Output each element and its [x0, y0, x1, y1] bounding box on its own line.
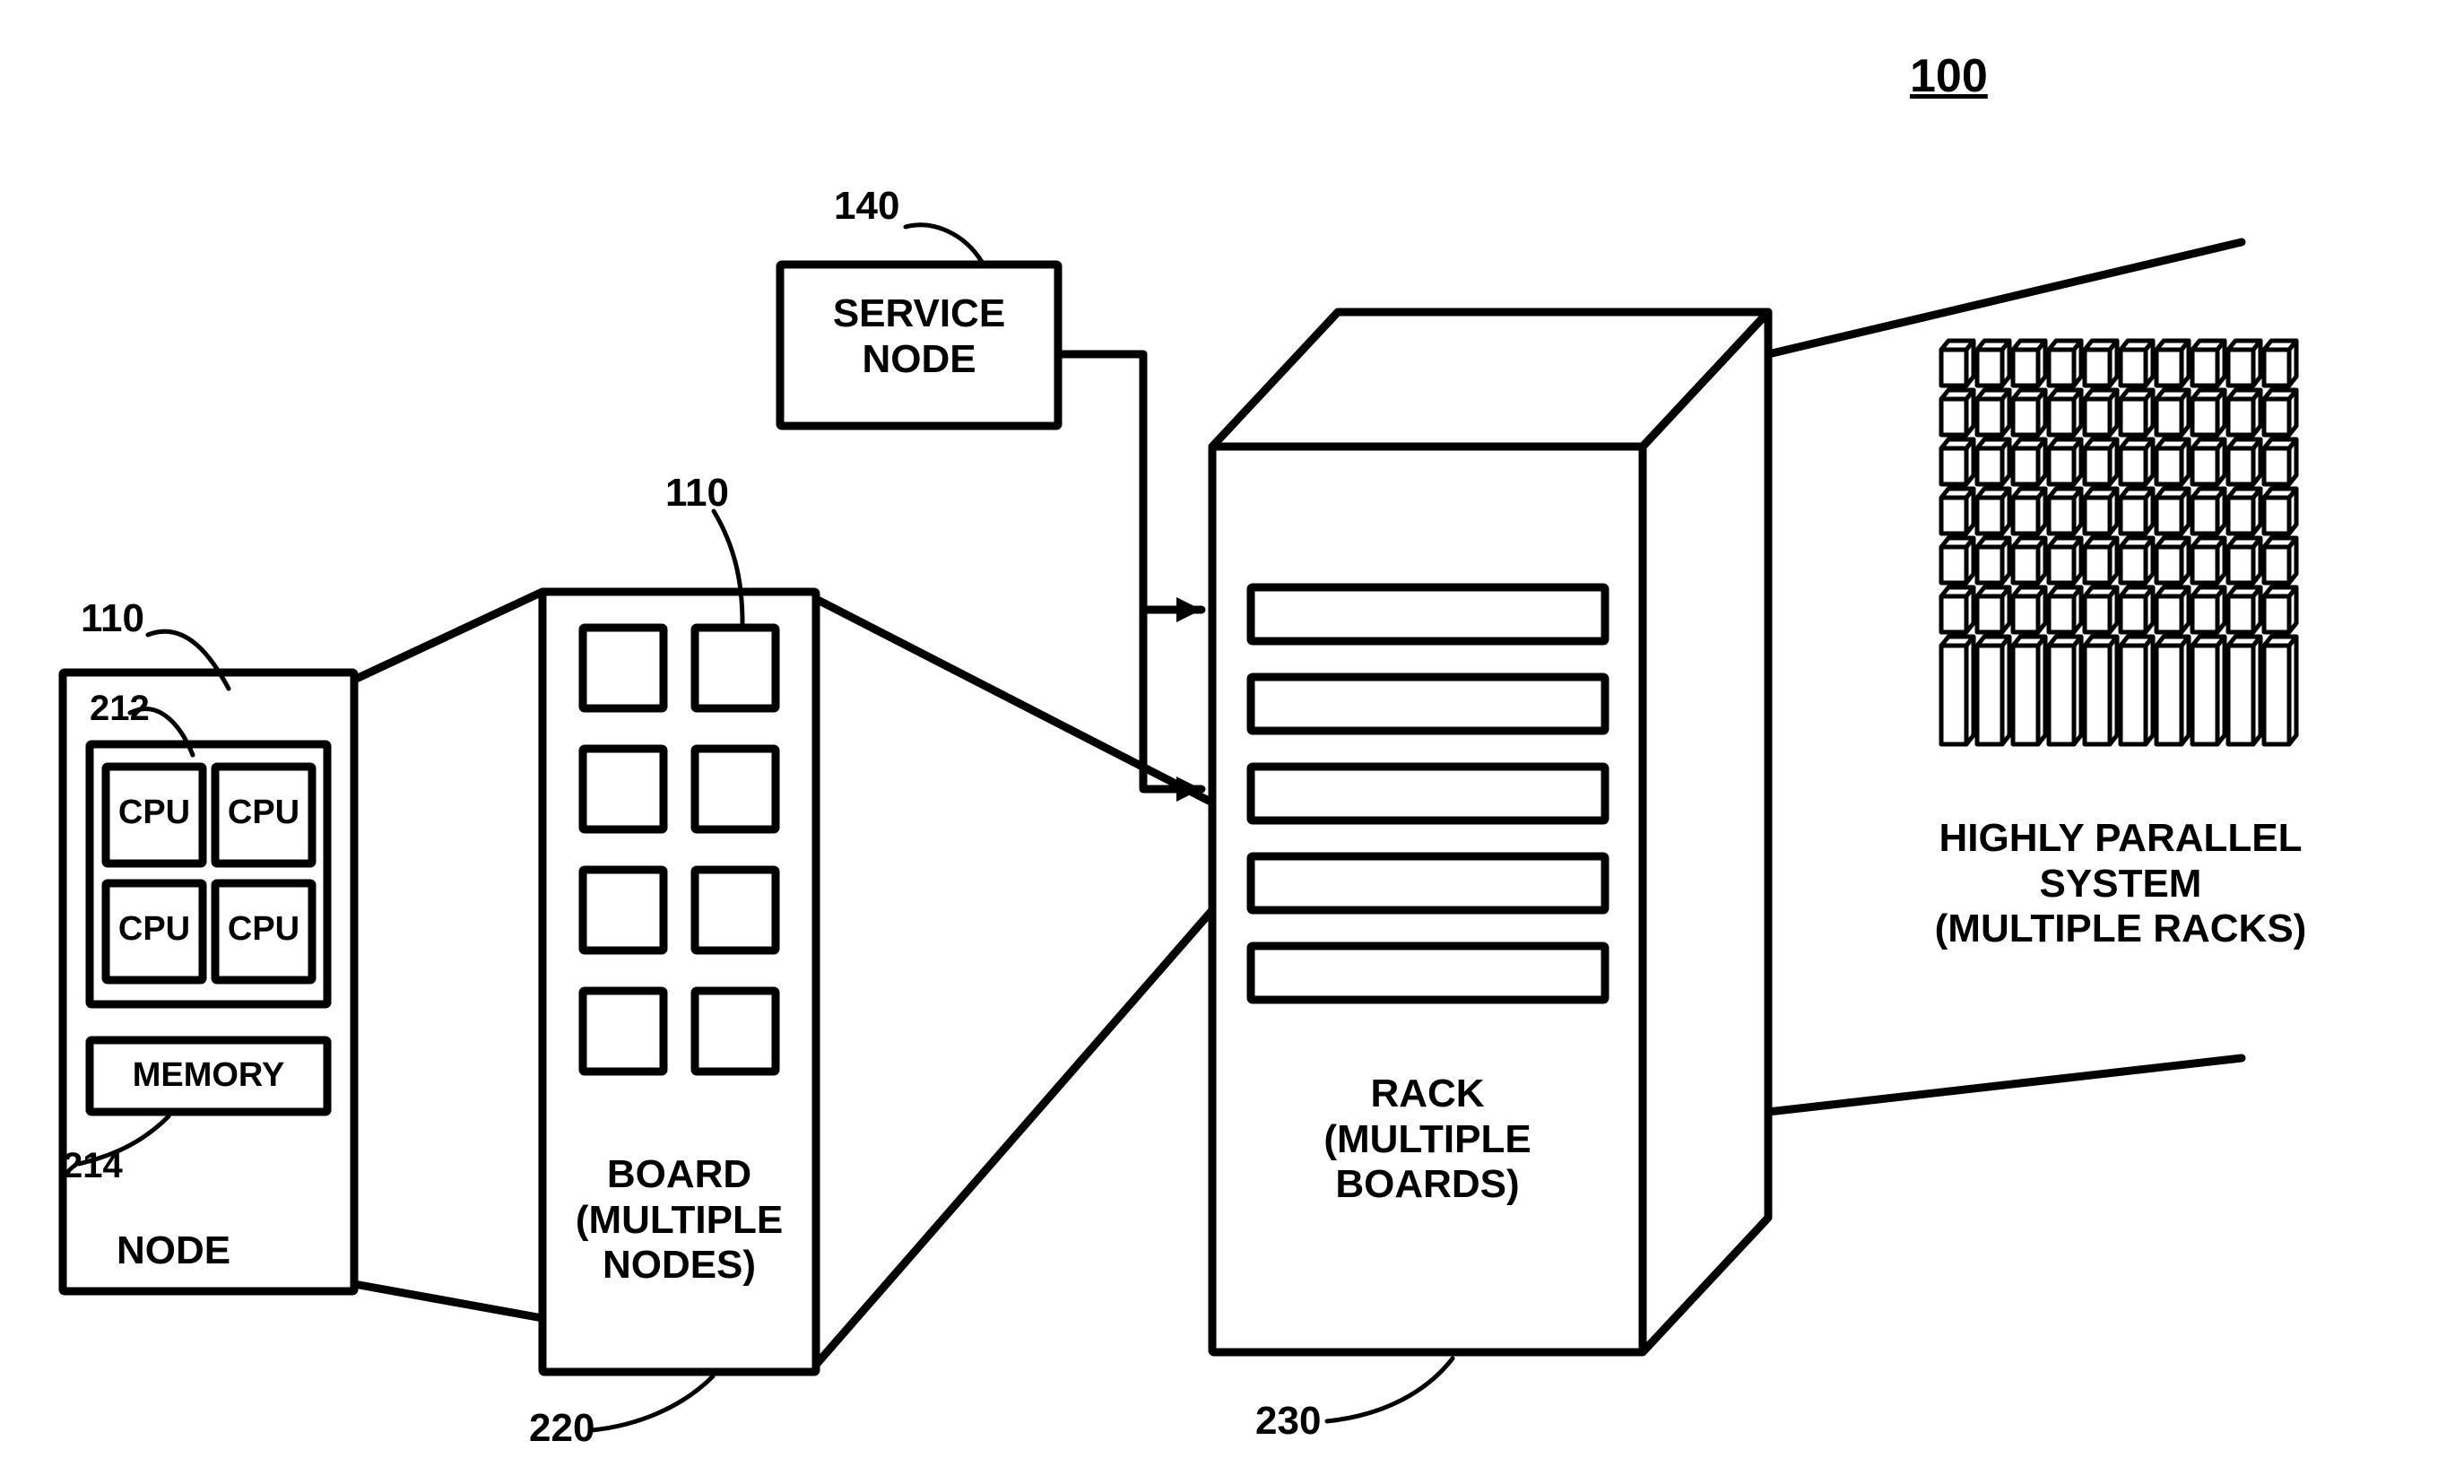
ref-110-board: 110 [665, 471, 729, 516]
cpu-label-2: CPU [106, 910, 203, 950]
memory-label: MEMORY [90, 1056, 327, 1096]
cpu-label-3: CPU [215, 910, 312, 950]
racks-array [1941, 341, 2296, 744]
cpu-label-0: CPU [106, 794, 203, 833]
ref-110-node: 110 [81, 596, 144, 641]
ref-214: 214 [63, 1146, 123, 1186]
figure-reference: 100 [1910, 49, 1988, 103]
ref-140: 140 [834, 184, 899, 229]
node-group [63, 673, 354, 1291]
ref-230: 230 [1255, 1399, 1321, 1444]
diagram-root: 100 SERVICE NODE 140 110 212 214 CPU CPU… [0, 0, 2464, 1484]
rack-caption: RACK (MULTIPLE BOARDS) [1212, 1072, 1643, 1208]
cpu-label-1: CPU [215, 794, 312, 833]
ref-220: 220 [529, 1406, 594, 1451]
ref-212: 212 [90, 689, 150, 729]
node-caption: NODE [117, 1228, 230, 1274]
board-caption: BOARD (MULTIPLE NODES) [542, 1152, 816, 1289]
service-node-label: SERVICE NODE [794, 291, 1045, 382]
diagram-svg [0, 0, 2464, 1484]
system-caption: HIGHLY PARALLEL SYSTEM (MULTIPLE RACKS) [1861, 816, 2381, 952]
